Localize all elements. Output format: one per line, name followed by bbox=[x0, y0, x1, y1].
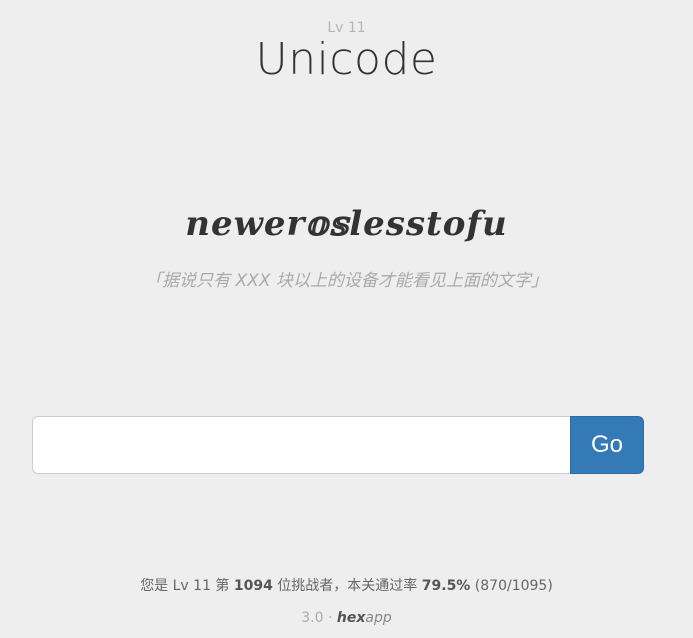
brand-link[interactable]: hexapp bbox=[337, 610, 392, 626]
footer: 3.0 · hexapp bbox=[0, 610, 693, 626]
stats-rank: 1094 bbox=[233, 578, 273, 594]
answer-input[interactable] bbox=[32, 416, 570, 474]
puzzle-hint: 「据说只有 XXX 块以上的设备才能看见上面的文字」 bbox=[145, 271, 548, 291]
stats-pass-rate: 79.5% bbox=[421, 578, 471, 594]
stats-middle: 位挑战者，本关通过率 bbox=[277, 578, 418, 594]
brand-rest: app bbox=[365, 610, 392, 626]
answer-form: Go bbox=[32, 416, 644, 474]
page-title: Unicode bbox=[255, 34, 438, 85]
go-button[interactable]: Go bbox=[570, 416, 644, 474]
puzzle-text: newer𝕠𝕤lesstofu bbox=[185, 204, 508, 244]
brand-bold: hex bbox=[336, 610, 366, 626]
stats-prefix: 您是 Lv 11 第 bbox=[140, 578, 230, 594]
footer-separator: · bbox=[327, 610, 333, 626]
stats-ratio: (870/1095) bbox=[474, 578, 553, 594]
stats-line: 您是 Lv 11 第 1094 位挑战者，本关通过率 79.5% (870/10… bbox=[0, 575, 693, 595]
footer-version: 3.0 bbox=[301, 610, 324, 626]
